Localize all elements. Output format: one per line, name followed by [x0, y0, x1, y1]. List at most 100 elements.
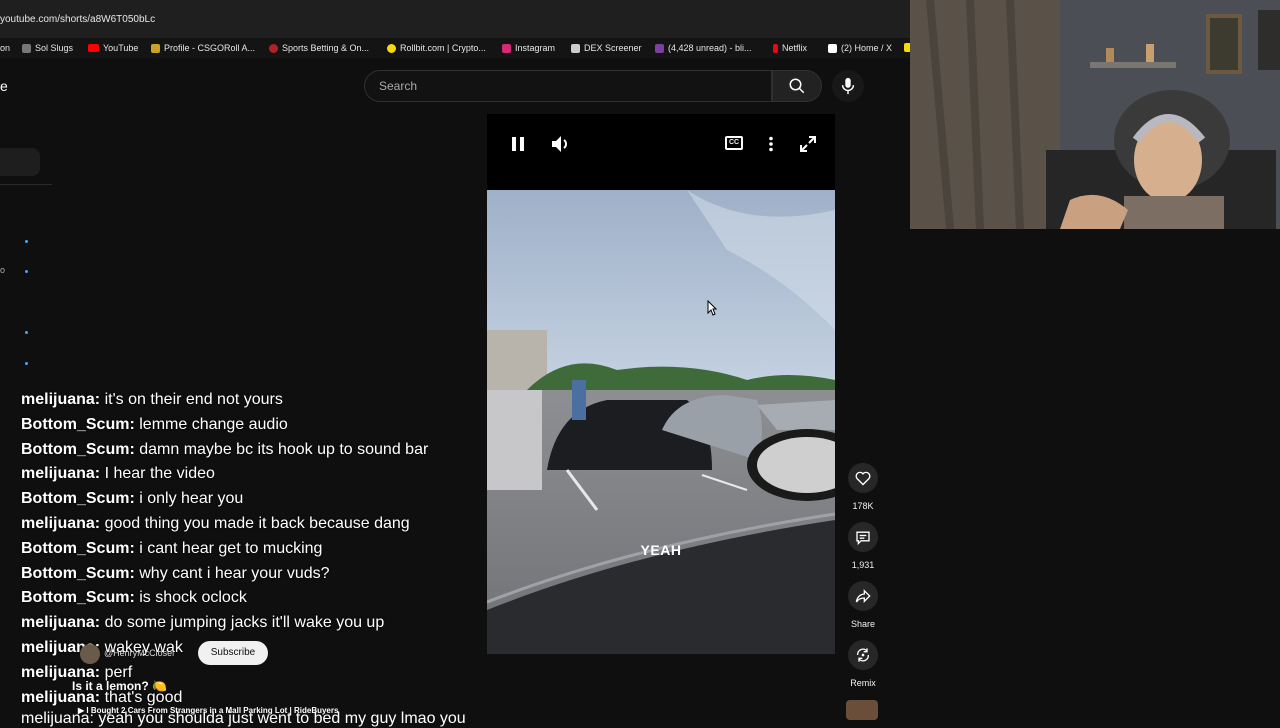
sidebar-live-dot: [25, 270, 28, 273]
bookmark-label: Rollbit.com | Crypto...: [400, 43, 486, 53]
chat-text: it's on their end not yours: [104, 391, 283, 408]
search-icon: [789, 78, 805, 94]
chat-username: Bottom_Scum:: [21, 564, 135, 582]
closed-captions-icon[interactable]: CC: [725, 136, 743, 150]
share-circle[interactable]: [848, 581, 878, 611]
remix-circle[interactable]: [848, 640, 878, 670]
netflix-icon: [773, 43, 778, 53]
chat-message-partial: melijuana: yeah you shoulda just went to…: [21, 710, 466, 727]
share-button[interactable]: Share: [848, 581, 878, 629]
chat-message: Bottom_Scum: is shock oclock: [21, 586, 491, 611]
youtube-icon: [88, 44, 99, 52]
bookmark-label: Sol Slugs: [35, 43, 74, 53]
bookmark-label: YouTube: [103, 43, 139, 53]
channel-avatar[interactable]: [80, 644, 100, 664]
shorts-player[interactable]: CC YEAH: [487, 114, 835, 654]
bookmark-label: Sports Betting & On...: [282, 43, 370, 53]
bookmark-item[interactable]: Profile - CSGORoll A...: [151, 43, 255, 53]
bookmark-item[interactable]: Rollbit.com | Crypto...: [387, 43, 486, 53]
sidebar-selected-item[interactable]: [0, 148, 40, 176]
bookmark-item[interactable]: Instagram: [502, 43, 555, 53]
chat-username: Bottom_Scum:: [21, 440, 135, 458]
bookmark-label: Instagram: [515, 43, 556, 53]
bookmark-label: (4,428 unread) - bli...: [668, 43, 752, 53]
video-frame[interactable]: YEAH: [487, 190, 835, 654]
bookmark-item[interactable]: YouTube: [88, 43, 138, 53]
comments-circle[interactable]: [848, 522, 878, 552]
bookmarks-bar: on Sol Slugs YouTube Profile - CSGORoll …: [0, 38, 913, 58]
bookmark-item[interactable]: on: [0, 43, 10, 53]
comments-button[interactable]: 1,931: [848, 522, 878, 570]
remix-button[interactable]: Remix: [848, 640, 878, 688]
sidebar-divider: [0, 184, 52, 185]
like-circle[interactable]: [848, 463, 878, 493]
search-placeholder: Search: [379, 79, 418, 93]
chat-text: is shock oclock: [139, 589, 247, 607]
bookmark-label: Netflix: [782, 43, 808, 53]
mail-icon: [655, 43, 664, 53]
microphone-icon: [841, 77, 855, 95]
x-icon: [828, 43, 837, 53]
comment-icon: [856, 531, 870, 545]
bookmark-item[interactable]: Sol Slugs: [22, 43, 73, 53]
webcam-feed: [910, 0, 1280, 229]
voice-search-button[interactable]: [832, 70, 864, 102]
bookmark-item[interactable]: DEX Screener: [571, 43, 642, 53]
csgoroll-icon: [151, 43, 160, 53]
mouse-cursor-icon: [707, 300, 717, 316]
sidebar-live-dot: [25, 331, 28, 334]
bookmark-item[interactable]: Netflix: [773, 43, 807, 53]
chat-message: melijuana: good thing you made it back b…: [21, 512, 491, 537]
heart-icon: [855, 471, 871, 485]
bookmark-item[interactable]: Sports Betting & On...: [269, 43, 369, 53]
webcam-image: [910, 0, 1280, 229]
chat-message: Bottom_Scum: i cant hear get to mucking: [21, 537, 491, 562]
chat-message: Bottom_Scum: why cant i hear your vuds?: [21, 562, 491, 587]
player-controls: CC: [487, 114, 835, 190]
video-caption: YEAH: [640, 542, 682, 558]
sound-thumbnail[interactable]: [846, 700, 878, 720]
share-icon: [855, 589, 871, 603]
chat-text: i only hear you: [139, 490, 244, 508]
pause-icon[interactable]: [511, 136, 525, 152]
dex-screener-icon: [571, 43, 580, 53]
bookmark-label: DEX Screener: [584, 43, 642, 53]
youtube-logo-fragment[interactable]: e: [0, 78, 8, 94]
chat-text: lemme change audio: [139, 415, 288, 433]
bookmark-item[interactable]: (2) Home / X: [828, 43, 892, 53]
chat-username: Bottom_Scum:: [21, 490, 135, 508]
chat-text: damn maybe bc its hook up to sound bar: [139, 440, 429, 458]
bookmark-label: on: [0, 43, 11, 53]
chat-text: good thing you made it back because dang: [104, 514, 410, 532]
chat-username: melijuana:: [21, 514, 101, 532]
sidebar-fragment: o: [0, 265, 6, 275]
search-input[interactable]: Search: [364, 70, 772, 102]
sidebar-live-dot: [25, 240, 28, 243]
chat-message: Bottom_Scum: i only hear you: [21, 487, 491, 512]
chat-message: Bottom_Scum: damn maybe bc its hook up t…: [21, 438, 491, 463]
video-scene-image: [487, 190, 835, 654]
more-vert-icon[interactable]: [768, 136, 774, 152]
chat-username: Bottom_Scum:: [21, 539, 135, 557]
chat-text: I hear the video: [104, 465, 215, 483]
chat-username: Bottom_Scum:: [21, 589, 135, 607]
chat-username: melijuana:: [21, 614, 101, 632]
chat-username: melijuana:: [21, 465, 101, 483]
remix-label: Remix: [850, 678, 876, 688]
bookmark-item[interactable]: (4,428 unread) - bli...: [655, 43, 752, 53]
remix-icon: [857, 648, 869, 662]
subscribe-button[interactable]: Subscribe: [198, 641, 268, 665]
rollbit-icon: [387, 43, 396, 53]
chat-message: melijuana: do some jumping jacks it'll w…: [21, 611, 491, 636]
like-button[interactable]: 178K: [848, 463, 878, 511]
sol-slugs-icon: [22, 43, 31, 53]
url-text[interactable]: youtube.com/shorts/a8W6T050bLc: [0, 14, 155, 25]
search-button[interactable]: [772, 70, 822, 102]
short-title: Is it a lemon? 🍋: [72, 679, 167, 693]
chat-message: melijuana: it's on their end not yours: [21, 388, 491, 413]
instagram-icon: [502, 43, 511, 53]
volume-icon[interactable]: [551, 135, 571, 153]
fullscreen-icon[interactable]: [800, 136, 816, 152]
channel-handle[interactable]: @HenryMcClosel: [104, 648, 174, 658]
browser-address-bar[interactable]: youtube.com/shorts/a8W6T050bLc: [0, 0, 910, 38]
